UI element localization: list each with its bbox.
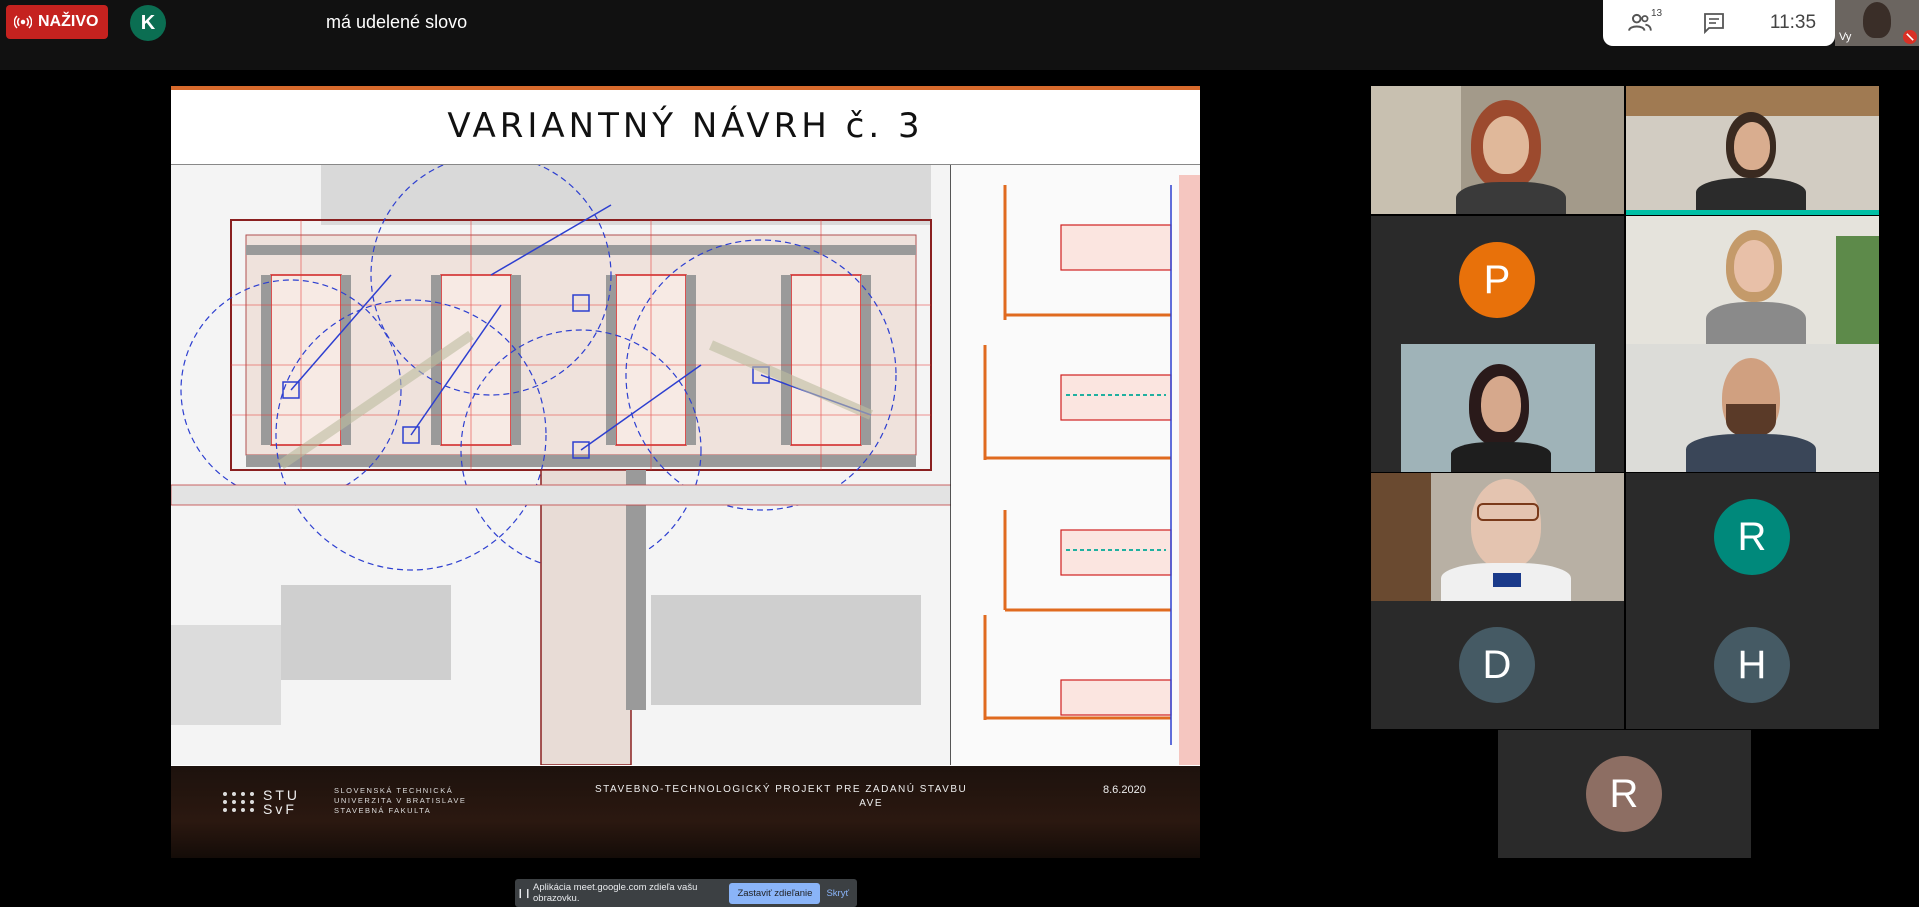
logo-text-svf: SvF xyxy=(263,801,297,817)
self-view-tile[interactable]: Vy xyxy=(1835,0,1919,46)
logo-text-stu: STU xyxy=(263,787,300,803)
participant-tile-h[interactable]: H xyxy=(1626,601,1879,729)
slide-title: VARIANTNÝ NÁVRH č. 3 xyxy=(447,106,924,146)
slide-date: 8.6.2020 xyxy=(1103,784,1146,796)
participant-tile-woman-speaking[interactable] xyxy=(1626,86,1879,214)
participant-avatar-h: H xyxy=(1714,627,1790,703)
participant-tile-p[interactable]: P xyxy=(1371,216,1624,344)
chat-icon xyxy=(1704,13,1724,35)
stop-sharing-button[interactable]: Zastaviť zdieľanie xyxy=(729,882,821,904)
presentation-stage: VARIANTNÝ NÁVRH č. 3 STU SvF SLOVENSKÁ T… xyxy=(0,86,1370,907)
hide-share-bar-button[interactable]: Skryť xyxy=(826,888,849,899)
participant-tile-r2[interactable]: R xyxy=(1498,730,1751,858)
slide-accent-line xyxy=(171,86,1200,90)
university-name: SLOVENSKÁ TECHNICKÁ UNIVERZITA V BRATISL… xyxy=(334,786,466,816)
live-badge[interactable]: NAŽIVO xyxy=(6,5,108,39)
active-speaker-indicator xyxy=(1626,210,1879,215)
meeting-controls-box: 13 11:35 xyxy=(1603,0,1835,46)
logo-dots xyxy=(223,792,255,812)
speaker-status: má udelené slovo xyxy=(326,12,468,32)
university-line-2: UNIVERZITA V BRATISLAVE xyxy=(334,796,467,805)
project-title-line-1: STAVEBNO-TECHNOLOGICKÝ PROJEKT PRE ZADAN… xyxy=(595,784,968,795)
share-message: Aplikácia meet.google.com zdieľa vašu ob… xyxy=(533,882,698,904)
participant-tile-woman-headset[interactable] xyxy=(1401,344,1595,472)
stu-logo: STU SvF xyxy=(223,788,300,816)
live-label: NAŽIVO xyxy=(38,13,99,30)
screen-share-bar: ❙❙ Aplikácia meet.google.com zdieľa vašu… xyxy=(515,879,857,907)
presentation-slide: VARIANTNÝ NÁVRH č. 3 STU SvF SLOVENSKÁ T… xyxy=(171,86,1200,858)
self-face xyxy=(1863,2,1891,38)
chat-button[interactable] xyxy=(1677,0,1751,46)
slide-footer: STU SvF SLOVENSKÁ TECHNICKÁ UNIVERZITA V… xyxy=(171,766,1200,858)
people-button[interactable]: 13 xyxy=(1603,0,1677,46)
university-line-1: SLOVENSKÁ TECHNICKÁ xyxy=(334,786,454,795)
participant-avatar-p: P xyxy=(1459,242,1535,318)
clock-time: 11:35 xyxy=(1769,12,1817,33)
university-line-3: STAVEBNÁ FAKULTA xyxy=(334,806,432,815)
participant-tile-r[interactable]: R xyxy=(1626,473,1879,601)
participant-count: 13 xyxy=(1651,8,1663,19)
project-title: STAVEBNO-TECHNOLOGICKÝ PROJEKT PRE ZADAN… xyxy=(595,784,967,809)
participant-tile-woman-necklace[interactable] xyxy=(1626,216,1879,344)
participant-avatar-d: D xyxy=(1459,627,1535,703)
participant-avatar-r: R xyxy=(1714,499,1790,575)
participant-tile-d[interactable]: D xyxy=(1371,601,1624,729)
self-label: Vy xyxy=(1839,31,1852,43)
participant-tile-man-bowtie[interactable] xyxy=(1371,473,1624,601)
top-bar: NAŽIVO K má udelené slovo 13 11:35 Vy xyxy=(0,0,1919,70)
broadcast-icon xyxy=(14,15,32,29)
participant-avatar-r2: R xyxy=(1586,756,1662,832)
presenter-avatar: K xyxy=(130,5,166,41)
pause-icon: ❙❙ xyxy=(516,887,532,898)
project-title-line-2: AVE xyxy=(859,798,883,809)
construction-site-drawing xyxy=(171,165,1200,765)
participant-tile-woman-red-hair[interactable] xyxy=(1371,86,1624,214)
mic-off-icon xyxy=(1903,30,1917,44)
people-icon xyxy=(1628,13,1652,31)
participant-tile-man-glasses-beard[interactable] xyxy=(1626,344,1879,472)
